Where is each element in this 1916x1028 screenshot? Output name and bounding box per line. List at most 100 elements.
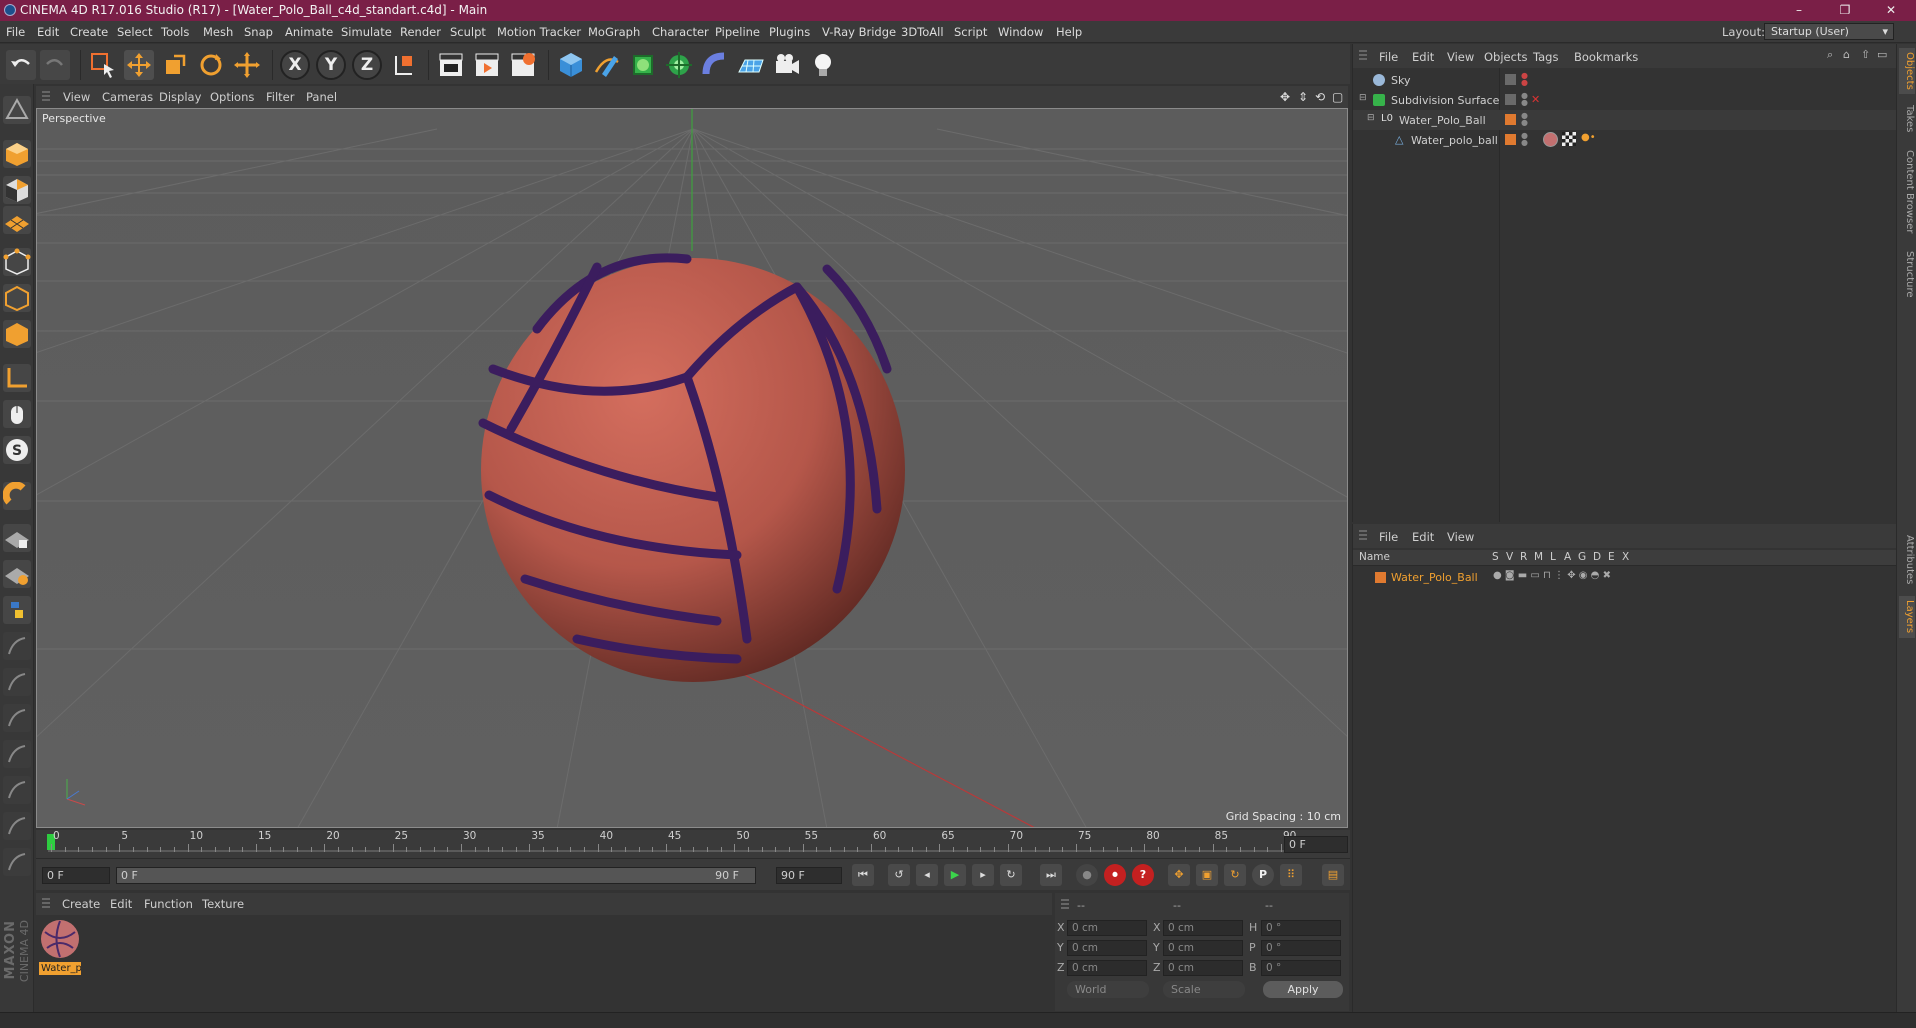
visibility-dots-icon[interactable]: ● ● [1521, 112, 1528, 127]
layer-menu-file[interactable]: File [1379, 530, 1398, 544]
y-axis-button[interactable]: Y [316, 50, 346, 80]
minimize-button[interactable]: – [1776, 0, 1822, 21]
close-button[interactable]: ✕ [1868, 0, 1914, 21]
menu-character[interactable]: Character [652, 25, 709, 39]
visibility-dots-icon[interactable]: ● ● [1521, 72, 1528, 87]
visibility-dots-icon[interactable]: ● ● [1521, 132, 1528, 147]
zoom-view-icon[interactable]: ⇕ [1298, 90, 1308, 104]
live-selection-button[interactable] [88, 50, 118, 80]
search-icon[interactable]: ⌕ [1827, 48, 1833, 62]
sculpt-tool-6-button[interactable] [3, 812, 31, 840]
record-keys-button[interactable]: ⏺ [1104, 864, 1126, 886]
menu-mesh[interactable]: Mesh [203, 25, 233, 39]
menu-help[interactable]: Help [1056, 25, 1082, 39]
size-x-field[interactable]: 0 cm [1163, 920, 1243, 936]
tab-layers[interactable]: Layers [1899, 596, 1915, 638]
tab-objects[interactable]: Objects [1899, 48, 1915, 94]
col-deformers[interactable]: D [1593, 551, 1601, 563]
enable-axis-button[interactable] [3, 364, 31, 392]
layer-color-icon[interactable] [1505, 134, 1516, 145]
rot-h-field[interactable]: 0 ° [1261, 920, 1341, 936]
expand-icon[interactable]: ⊟ [1359, 93, 1367, 103]
python-button[interactable] [3, 596, 31, 624]
sculpt-tool-3-button[interactable] [3, 704, 31, 732]
menu-motion-tracker[interactable]: Motion Tracker [497, 25, 581, 39]
render-view-button[interactable] [436, 50, 466, 80]
object-row-sky[interactable]: Sky ● ● [1353, 70, 1897, 90]
goto-start-button[interactable]: ⏮ [852, 864, 874, 886]
cube-button[interactable] [556, 50, 586, 80]
col-locked[interactable]: L [1550, 551, 1556, 563]
prev-frame-button[interactable]: ◂ [916, 864, 938, 886]
texture-tag-icon[interactable] [1562, 132, 1576, 146]
cloner-button[interactable] [664, 50, 694, 80]
col-expressions[interactable]: E [1608, 551, 1615, 563]
tab-attributes[interactable]: Attributes [1899, 528, 1915, 592]
key-parameter-icon[interactable]: P [1252, 864, 1274, 886]
menu-sculpt[interactable]: Sculpt [450, 25, 486, 39]
apply-button[interactable]: Apply [1263, 981, 1343, 998]
layer-none-icon[interactable] [1505, 94, 1516, 105]
material-tag-icon[interactable] [1543, 132, 1558, 147]
workplane-mode-button[interactable] [3, 206, 31, 234]
coordinate-system-button[interactable] [388, 50, 418, 80]
polygons-mode-button[interactable] [3, 320, 31, 348]
tab-content-browser[interactable]: Content Browser [1899, 144, 1915, 240]
menu-select[interactable]: Select [117, 25, 152, 39]
timeline-window-icon[interactable]: ▤ [1322, 864, 1344, 886]
menu-vray-bridge[interactable]: V-Ray Bridge [822, 25, 896, 39]
viewport-menu-options[interactable]: Options [210, 90, 254, 104]
col-generators[interactable]: G [1578, 551, 1586, 563]
material-menu-create[interactable]: Create [62, 897, 100, 911]
render-to-picture-viewer-button[interactable] [472, 50, 502, 80]
goto-end-button[interactable]: ⏭ [1040, 864, 1062, 886]
prev-key-button[interactable]: ↺ [888, 864, 910, 886]
current-frame-field[interactable]: 0 F [1284, 836, 1348, 853]
layer-color-icon[interactable] [1505, 114, 1516, 125]
layer-menu-view[interactable]: View [1447, 530, 1474, 544]
layer-menu-edit[interactable]: Edit [1412, 530, 1434, 544]
pos-y-field[interactable]: 0 cm [1067, 940, 1147, 956]
start-frame-field[interactable]: 0 F [42, 867, 110, 884]
key-pla-icon[interactable]: ⠿ [1280, 864, 1302, 886]
phong-tag-icon[interactable]: ●• [1581, 132, 1596, 143]
coord-mode-select[interactable]: World [1067, 981, 1149, 998]
col-xref[interactable]: X [1622, 551, 1629, 563]
sculpt-tool-1-button[interactable] [3, 632, 31, 660]
key-scale-icon[interactable]: ▣ [1196, 864, 1218, 886]
tweak-mode-button[interactable] [3, 400, 31, 428]
menu-mograph[interactable]: MoGraph [588, 25, 640, 39]
viewport-menu-display[interactable]: Display [159, 90, 201, 104]
menu-script[interactable]: Script [954, 25, 987, 39]
layer-none-icon[interactable] [1505, 74, 1516, 85]
object-menu-bookmarks[interactable]: Bookmarks [1574, 50, 1638, 64]
rot-p-field[interactable]: 0 ° [1261, 940, 1341, 956]
object-row-water-polo-ball-mesh[interactable]: △ Water_polo_ball ● ● ●• [1353, 130, 1897, 150]
menu-pipeline[interactable]: Pipeline [715, 25, 760, 39]
range-slider[interactable]: 0 F 90 F [116, 867, 756, 884]
col-animation[interactable]: A [1564, 551, 1571, 563]
autokey-button[interactable]: ? [1132, 864, 1154, 886]
layout-select[interactable]: Startup (User) ▾ [1764, 23, 1894, 40]
planar-workplane-button[interactable] [3, 560, 31, 588]
undo-button[interactable] [6, 50, 36, 80]
rot-b-field[interactable]: 0 ° [1261, 960, 1341, 976]
spline-pen-button[interactable] [592, 50, 622, 80]
menu-simulate[interactable]: Simulate [341, 25, 392, 39]
material-menu-texture[interactable]: Texture [202, 897, 244, 911]
pos-z-field[interactable]: 0 cm [1067, 960, 1147, 976]
z-axis-button[interactable]: Z [352, 50, 382, 80]
object-row-subdivision-surface[interactable]: ⊟ Subdivision Surface ● ● ✕ [1353, 90, 1897, 110]
object-row-water-polo-ball-null[interactable]: ⊟ L0 Water_Polo_Ball ● ● [1353, 110, 1897, 130]
viewport-menu-cameras[interactable]: Cameras [102, 90, 153, 104]
col-view[interactable]: V [1506, 551, 1513, 563]
viewport-menu-filter[interactable]: Filter [266, 90, 294, 104]
col-solo[interactable]: S [1492, 551, 1499, 563]
rotate-tool-button[interactable] [196, 50, 226, 80]
object-menu-file[interactable]: File [1379, 50, 1398, 64]
layer-row[interactable]: Water_Polo_Ball ● ◙ ▬ ▭ ⊓ ⋮ ✥ ◉ ◓ ✖ [1353, 568, 1897, 588]
sculpt-tool-5-button[interactable] [3, 776, 31, 804]
menu-snap[interactable]: Snap [244, 25, 273, 39]
texture-mode-button[interactable] [3, 176, 31, 204]
tab-takes[interactable]: Takes [1899, 100, 1915, 138]
